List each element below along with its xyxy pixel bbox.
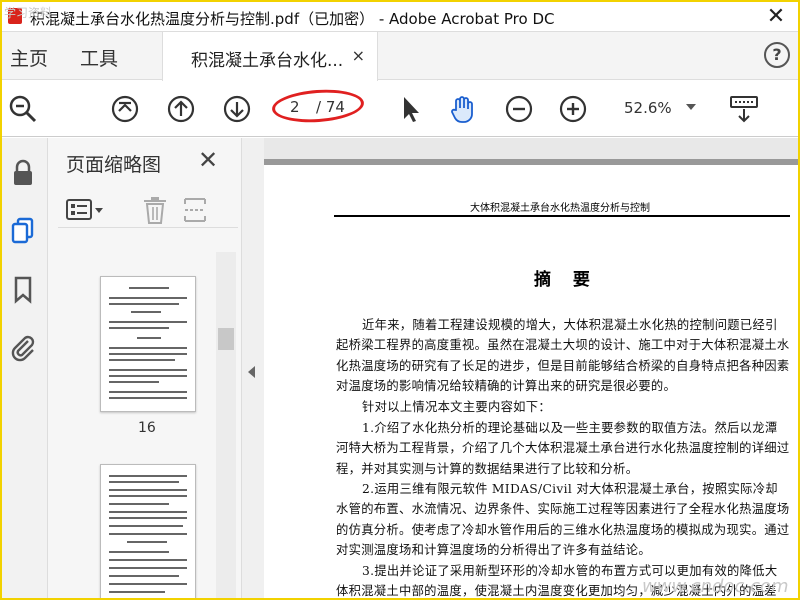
acrobat-window: 积混凝土承台水化热温度分析与控制.pdf（已加密） - Adobe Acroba… [0,0,800,600]
abstract-heading: 摘 要 [534,270,598,290]
bookmark-icon[interactable] [8,274,38,304]
watermark-bottom: www.cndoc.com [642,576,789,597]
tab-document-label: 积混凝土承台水化... [191,51,344,71]
panel-collapse-splitter[interactable] [242,138,264,598]
panel-close-button[interactable]: ✕ [198,146,218,174]
window-title: 积混凝土承台水化热温度分析与控制.pdf（已加密） - Adobe Acroba… [30,10,555,28]
scrollbar-thumb[interactable] [218,328,234,350]
thumbnail-page-number: 16 [138,420,156,436]
options-menu-icon[interactable] [66,198,106,222]
keyboard-scroll-icon[interactable] [728,94,760,124]
attachment-icon[interactable] [8,332,38,362]
zoom-in-icon[interactable] [558,94,588,124]
extract-page-icon[interactable] [182,196,208,224]
thumbnail-scrollbar[interactable] [216,252,236,598]
main-toolbar [2,81,798,137]
page-thumbnails-panel: 页面缩略图 ✕ 16 [48,138,242,598]
page-thumbnail[interactable] [100,276,196,412]
next-page-icon[interactable] [222,94,252,124]
body-paragraph: 近年来，随着工程建设规模的增大，大体积混凝土水化热的控制问题已经引起桥梁工程界的… [336,318,790,394]
watermark-top: 学习资料 [4,6,53,20]
select-cursor-icon[interactable] [396,94,426,124]
body-paragraph: 1.介绍了水化热分析的理论基础以及一些主要参数的取值方法。然后以龙潭河特大桥为工… [336,421,790,476]
window-close-button[interactable]: ✕ [764,4,788,29]
title-bar: 积混凝土承台水化热温度分析与控制.pdf（已加密） - Adobe Acroba… [2,2,798,32]
lock-icon[interactable] [8,158,38,188]
running-header: 大体积混凝土承台水化热温度分析与控制 [470,203,650,214]
page-thumbnail[interactable] [100,464,196,598]
menu-home[interactable]: 主页 [10,44,48,71]
body-paragraph: 2.运用三维有限元软件 MIDAS/Civil 对大体积混凝土承台，按照实际冷却… [336,482,790,558]
menu-bar: 主页 工具 [2,32,798,80]
panel-title: 页面缩略图 [66,154,162,176]
help-button[interactable]: ? [764,42,790,68]
zoom-search-icon[interactable] [8,94,38,124]
body-paragraph: 针对以上情况本文主要内容如下： [362,400,551,414]
pdf-page: 大体积混凝土承台水化热温度分析与控制 摘 要 近年来，随着工程建设规模的增大，大… [264,159,798,598]
navigation-rail [2,138,48,598]
header-rule [334,215,790,217]
chevron-down-icon[interactable] [686,104,696,110]
zoom-level-select[interactable]: 52.6% [624,99,672,117]
zoom-out-icon[interactable] [504,94,534,124]
panel-toolbar [58,192,238,228]
page-thumbnails-icon[interactable] [8,216,38,246]
hand-tool-icon[interactable] [448,94,478,124]
tab-document[interactable]: 积混凝土承台水化... × [162,32,378,81]
previous-page-icon[interactable] [166,94,196,124]
collapse-arrow-icon[interactable] [248,366,255,378]
menu-tools[interactable]: 工具 [80,44,118,71]
delete-page-icon[interactable] [142,196,168,224]
tab-close-button[interactable]: × [352,46,365,65]
first-page-icon[interactable] [110,94,140,124]
